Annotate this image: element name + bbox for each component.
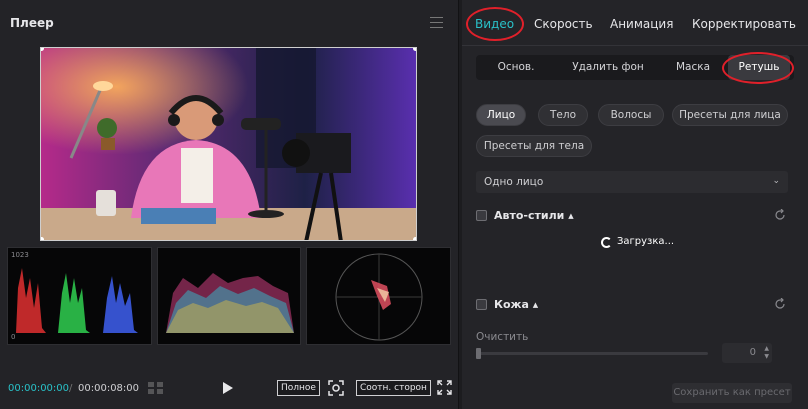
vectorscope-graphic	[335, 253, 423, 341]
auto-styles-checkbox[interactable]	[476, 210, 487, 221]
video-frame-image	[41, 48, 416, 240]
chip-face-presets[interactable]: Пресеты для лица	[672, 104, 788, 126]
vectorscope	[306, 247, 451, 345]
play-button[interactable]	[223, 382, 233, 394]
highlight-circle	[466, 7, 524, 41]
parade-graphic	[16, 268, 138, 333]
editor-window: Плеер 1023 0 00:00:00:00 / 00:00:08:00 П…	[0, 0, 808, 409]
reset-icon[interactable]	[774, 209, 786, 221]
highlight-circle	[722, 52, 794, 84]
slider-thumb[interactable]	[476, 348, 481, 359]
loading-text: Загрузка...	[617, 236, 675, 247]
chip-body[interactable]: Тело	[538, 104, 588, 126]
scope-min-label: 0	[11, 333, 16, 341]
chip-face[interactable]: Лицо	[476, 104, 526, 126]
waveform-scope	[157, 247, 301, 345]
player-panel: Плеер 1023 0 00:00:00:00 / 00:00:08:00 П…	[0, 0, 459, 409]
fullscreen-icon[interactable]	[437, 380, 452, 395]
face-select[interactable]: Одно лицо ⌄	[476, 171, 788, 193]
skin-row: Кожа ▲	[476, 296, 788, 314]
player-controls: 00:00:00:00 / 00:00:08:00 Полное Соотн. …	[0, 372, 459, 409]
top-tabs: Видео Скорость Анимация Корректировать	[462, 0, 808, 46]
skin-title[interactable]: Кожа ▲	[494, 298, 538, 311]
tab-animation[interactable]: Анимация	[610, 17, 673, 31]
face-select-value: Одно лицо	[484, 176, 544, 188]
chip-body-presets[interactable]: Пресеты для тела	[476, 135, 592, 157]
video-preview[interactable]	[40, 47, 417, 241]
tab-adjust[interactable]: Корректировать	[692, 17, 796, 31]
auto-styles-row: Авто-стили ▲	[476, 207, 788, 225]
player-header: Плеер	[0, 0, 459, 46]
scope-max-label: 1023	[11, 251, 29, 259]
player-title: Плеер	[10, 16, 54, 30]
waveform-graphic	[166, 273, 294, 333]
properties-panel: Видео Скорость Анимация Корректировать О…	[462, 0, 808, 409]
subtab-remove-bg[interactable]: Удалить фон	[558, 55, 658, 80]
subtab-basic[interactable]: Основ.	[480, 55, 552, 80]
full-quality-button[interactable]: Полное	[277, 380, 320, 396]
save-preset-button[interactable]: Сохранить как пресет	[672, 383, 792, 403]
spinner-icon	[601, 237, 612, 248]
focus-icon[interactable]	[328, 380, 344, 396]
chip-hair[interactable]: Волосы	[598, 104, 664, 126]
stepper-icon[interactable]: ▲ ▼	[764, 345, 769, 361]
clear-slider[interactable]	[476, 348, 708, 359]
clear-label: Очистить	[476, 331, 529, 343]
subtab-mask[interactable]: Маска	[664, 55, 722, 80]
total-time: 00:00:08:00	[78, 383, 140, 394]
auto-styles-title[interactable]: Авто-стили ▲	[494, 209, 574, 222]
timecode-grid-icon[interactable]	[147, 381, 165, 395]
skin-checkbox[interactable]	[476, 299, 487, 310]
chevron-down-icon: ⌄	[772, 176, 780, 186]
clear-value: 0	[749, 347, 756, 358]
aspect-ratio-button[interactable]: Соотн. сторон	[356, 380, 431, 396]
current-time: 00:00:00:00	[8, 383, 70, 394]
menu-icon[interactable]	[430, 17, 443, 28]
time-separator: /	[69, 383, 73, 394]
tab-speed[interactable]: Скорость	[534, 17, 593, 31]
clear-value-input[interactable]: 0 ▲ ▼	[722, 343, 772, 363]
rgb-parade-scope: 1023 0	[7, 247, 152, 345]
reset-icon[interactable]	[774, 298, 786, 310]
